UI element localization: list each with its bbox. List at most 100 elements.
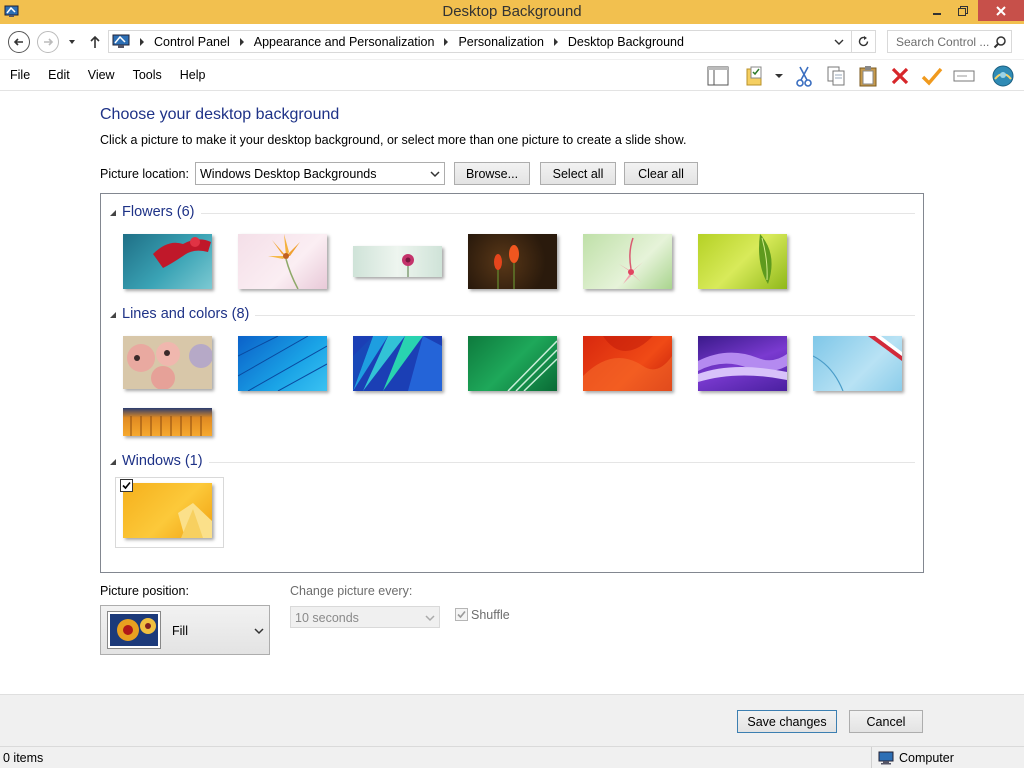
- select-all-button[interactable]: Select all: [540, 162, 616, 185]
- collapse-triangle-icon[interactable]: [109, 458, 117, 466]
- wallpaper-thumbnail-lines-4[interactable]: [468, 336, 558, 392]
- group-divider: [122, 213, 915, 214]
- wallpaper-thumbnail-flowers-1[interactable]: [123, 234, 212, 289]
- picture-position-label: Picture position:: [100, 584, 189, 598]
- folder-properties-button[interactable]: [744, 63, 768, 89]
- menu-view[interactable]: View: [78, 68, 123, 82]
- main-content: Choose your desktop background Click a p…: [0, 92, 1024, 694]
- wallpaper-select-checkbox[interactable]: [120, 479, 133, 492]
- paste-button[interactable]: [856, 63, 880, 89]
- search-box[interactable]: Search Control ...: [887, 30, 1012, 53]
- shell-button[interactable]: [990, 63, 1016, 89]
- close-button[interactable]: [978, 0, 1024, 21]
- save-changes-button[interactable]: Save changes: [737, 710, 837, 733]
- change-picture-label: Change picture every:: [290, 584, 413, 598]
- search-placeholder: Search Control ...: [896, 35, 990, 49]
- wallpaper-thumbnail-flowers-6[interactable]: [698, 234, 787, 289]
- shuffle-label: Shuffle: [471, 608, 510, 622]
- properties-check-button[interactable]: [920, 63, 944, 89]
- change-picture-value: 10 seconds: [295, 611, 359, 625]
- recent-locations-chevron-icon[interactable]: [66, 36, 78, 48]
- menu-file[interactable]: File: [0, 68, 38, 82]
- refresh-icon: [858, 36, 868, 47]
- refresh-button[interactable]: [851, 30, 876, 53]
- chevron-down-icon: [254, 628, 264, 635]
- rename-icon: [953, 70, 975, 82]
- wallpaper-thumbnail-lines-3[interactable]: [353, 336, 442, 391]
- group-name: Flowers (6): [122, 204, 201, 220]
- picture-location-select[interactable]: Windows Desktop Backgrounds: [195, 162, 445, 185]
- breadcrumb-separator-icon[interactable]: [547, 31, 565, 52]
- chevron-down-icon: [775, 74, 783, 78]
- page-title: Choose your desktop background: [100, 106, 340, 123]
- wallpaper-thumbnail-flowers-5[interactable]: [583, 234, 672, 289]
- wallpaper-thumbnail-flowers-4[interactable]: [468, 234, 557, 289]
- breadcrumb-personalization[interactable]: Personalization: [455, 35, 546, 49]
- wallpaper-thumbnail-lines-8[interactable]: [123, 408, 212, 436]
- breadcrumb-separator-icon[interactable]: [133, 31, 151, 52]
- wallpaper-thumbnail-flowers-3[interactable]: [353, 246, 442, 277]
- breadcrumb-separator-icon[interactable]: [437, 31, 455, 52]
- collapse-triangle-icon[interactable]: [109, 209, 117, 217]
- wallpaper-gallery[interactable]: Flowers (6) Lines and colors (8) Windows…: [100, 193, 924, 573]
- clear-all-button[interactable]: Clear all: [624, 162, 698, 185]
- rename-button[interactable]: [952, 63, 976, 89]
- restore-icon: [958, 6, 968, 16]
- group-header-windows[interactable]: Windows (1): [101, 450, 923, 474]
- picture-location-label: Picture location:: [100, 167, 189, 181]
- breadcrumb-separator-icon[interactable]: [233, 31, 251, 52]
- wallpaper-thumbnail-windows-1[interactable]: [123, 483, 212, 538]
- wallpaper-thumbnail-flowers-2[interactable]: [238, 234, 327, 290]
- up-arrow-icon[interactable]: [87, 34, 103, 50]
- picture-location-value: Windows Desktop Backgrounds: [200, 167, 377, 181]
- wallpaper-thumbnail-lines-2[interactable]: [237, 335, 328, 392]
- copy-button[interactable]: [824, 63, 848, 89]
- breadcrumb-control-panel[interactable]: Control Panel: [151, 35, 233, 49]
- menu-tools[interactable]: Tools: [123, 68, 170, 82]
- status-location-label: Computer: [899, 750, 954, 765]
- back-button[interactable]: [8, 31, 30, 53]
- status-bar: 0 items Computer: [0, 746, 1024, 768]
- folder-properties-icon: [746, 66, 762, 86]
- breadcrumb: Control Panel Appearance and Personaliza…: [133, 31, 687, 52]
- item-count: 0 items: [3, 751, 44, 765]
- checkmark-icon: [122, 481, 131, 490]
- checkmark-icon: [921, 67, 943, 86]
- address-bar[interactable]: Control Panel Appearance and Personaliza…: [108, 30, 852, 53]
- group-header-flowers[interactable]: Flowers (6): [101, 201, 923, 225]
- group-header-lines-and-colors[interactable]: Lines and colors (8): [101, 303, 923, 327]
- shuffle-checkbox[interactable]: [455, 608, 468, 621]
- restore-button[interactable]: [950, 0, 976, 22]
- change-picture-select[interactable]: 10 seconds: [290, 606, 440, 628]
- cancel-button[interactable]: Cancel: [849, 710, 923, 733]
- breadcrumb-appearance[interactable]: Appearance and Personalization: [251, 35, 438, 49]
- cut-button[interactable]: [792, 63, 816, 89]
- picture-position-select[interactable]: Fill: [100, 605, 270, 655]
- window-title: Desktop Background: [442, 3, 582, 20]
- forward-button[interactable]: [37, 31, 59, 53]
- layout-button[interactable]: [706, 63, 730, 89]
- page-description: Click a picture to make it your desktop …: [100, 133, 687, 147]
- menu-toolbar-row: File Edit View Tools Help: [0, 61, 1024, 91]
- position-preview-image: [107, 611, 161, 649]
- wallpaper-thumbnail-lines-6[interactable]: [698, 336, 787, 391]
- browse-button[interactable]: Browse...: [454, 162, 530, 185]
- search-icon[interactable]: [993, 35, 1007, 49]
- menu-edit[interactable]: Edit: [38, 68, 78, 82]
- wallpaper-thumbnail-lines-7[interactable]: [812, 336, 902, 392]
- wallpaper-thumbnail-lines-5[interactable]: [583, 336, 672, 391]
- address-dropdown-chevron-icon[interactable]: [833, 37, 845, 47]
- delete-icon: [891, 67, 909, 85]
- chevron-down-icon: [430, 171, 440, 178]
- footer-bar: Save changes Cancel: [0, 694, 1024, 746]
- wallpaper-thumbnail-lines-1[interactable]: [123, 336, 213, 390]
- breadcrumb-desktop-background[interactable]: Desktop Background: [565, 35, 687, 49]
- navigation-bar: Control Panel Appearance and Personaliza…: [0, 24, 1024, 60]
- minimize-button[interactable]: [924, 0, 950, 22]
- collapse-triangle-icon[interactable]: [109, 311, 117, 319]
- control-panel-icon: [112, 34, 130, 48]
- group-name: Lines and colors (8): [122, 306, 256, 322]
- folder-properties-dropdown[interactable]: [772, 63, 786, 89]
- delete-button[interactable]: [888, 63, 912, 89]
- menu-help[interactable]: Help: [170, 68, 214, 82]
